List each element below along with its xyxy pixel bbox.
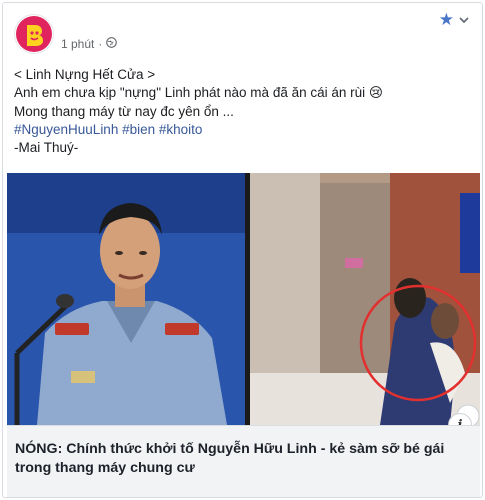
post-line-title: < Linh Nựng Hết Cửa > [14, 67, 156, 82]
post-text: < Linh Nựng Hết Cửa > Anh em chưa kịp "n… [14, 66, 474, 157]
star-icon[interactable]: ★ [439, 11, 454, 29]
page-avatar[interactable] [14, 14, 54, 54]
brand-logo-icon [16, 16, 52, 52]
photo-elevator-cctv [250, 173, 480, 425]
chevron-down-icon[interactable] [458, 13, 470, 25]
post-time[interactable]: 1 phút [61, 37, 94, 51]
post-card: 1 phút · ★ < Linh Nựng Hết Cửa > Anh em … [2, 2, 483, 498]
meta-separator: · [98, 37, 103, 51]
post-line-body: Anh em chưa kịp "nựng" Linh phát nào mà … [14, 85, 383, 101]
photo-official [7, 173, 245, 425]
post-line-body: Mong thang máy từ nay đc yên ổn ... [14, 103, 234, 119]
globe-icon[interactable] [106, 37, 118, 51]
link-headline[interactable]: NÓNG: Chính thức khởi tố Nguyễn Hữu Linh… [15, 440, 472, 478]
hashtag-links[interactable]: #NguyenHuuLinh #bien #khoito [14, 121, 474, 139]
link-preview-image[interactable] [7, 173, 480, 425]
link-preview-caption[interactable]: NÓNG: Chính thức khởi tố Nguyễn Hữu Linh… [7, 425, 480, 497]
post-signature: -Mai Thuý- [14, 140, 79, 156]
post-meta: 1 phút · [61, 37, 118, 51]
